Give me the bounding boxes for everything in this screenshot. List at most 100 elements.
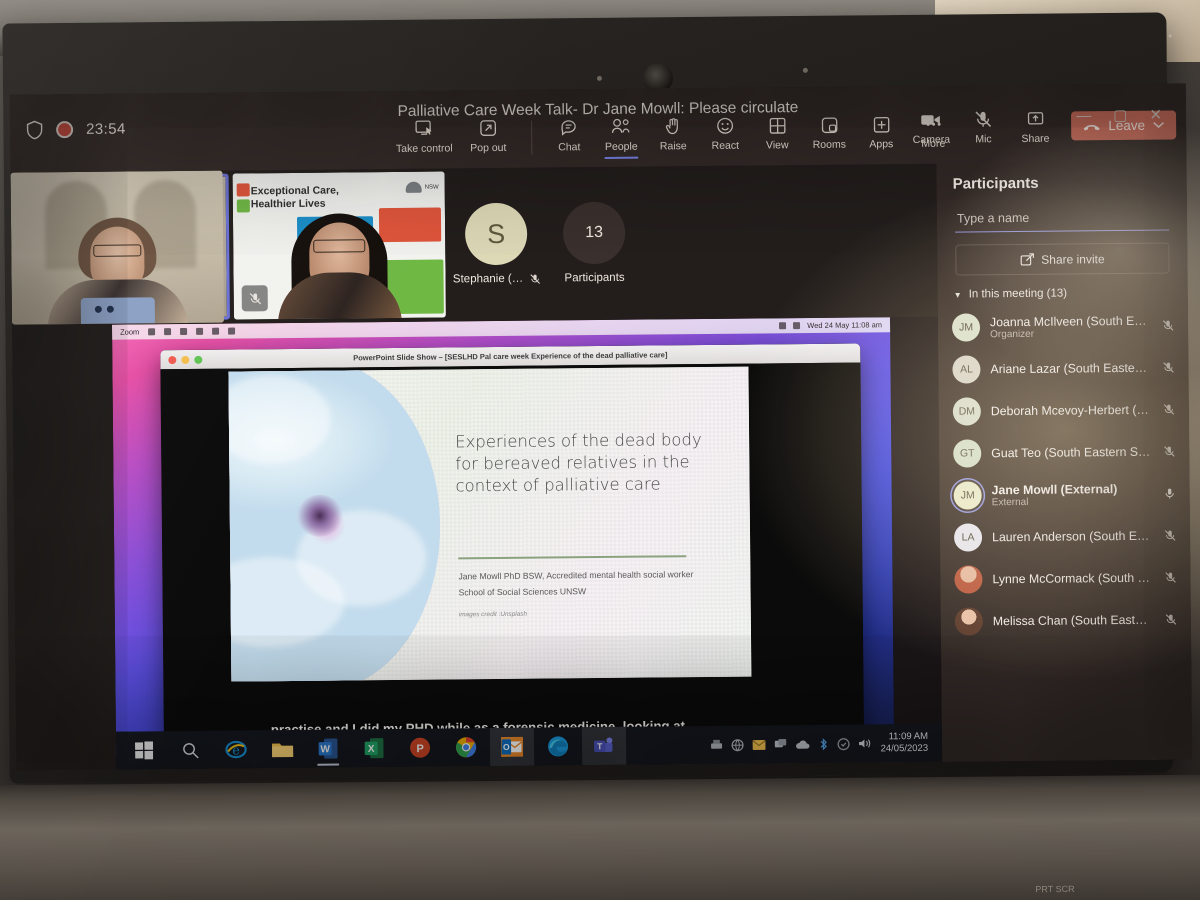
participants-panel: Participants Share invite ▼ In this meet… — [936, 161, 1193, 762]
participant-name: Guat Teo (South Eastern Sydney … — [991, 444, 1152, 461]
close-button[interactable]: ✕ — [1149, 107, 1162, 124]
tray-icon-globe[interactable] — [731, 738, 745, 751]
participant-row-lauren-anderson[interactable]: LA Lauren Anderson (South Eastern … — [940, 514, 1190, 558]
participant-row-deborah-mcevoy-herbert[interactable]: DM Deborah Mcevoy-Herbert (South… — [939, 388, 1189, 432]
keyboard-key: PRT SCR — [1035, 883, 1075, 895]
taskbar-clock[interactable]: 11:09 AM 24/05/2023 — [880, 731, 934, 755]
video-tile-nsw-health[interactable]: Exceptional Care, Healthier Lives NSW — [232, 171, 446, 320]
share-button[interactable]: Share — [1010, 109, 1060, 148]
in-this-meeting-label: In this meeting (13) — [968, 287, 1068, 301]
teams-button[interactable]: T — [581, 726, 627, 766]
avatar: JM — [951, 313, 981, 342]
powerpoint-window[interactable]: PowerPoint Slide Show – [SESLHD Pal care… — [160, 343, 864, 743]
participant-count: 13 — [562, 201, 626, 265]
file-explorer-button[interactable] — [260, 730, 304, 768]
chrome-button[interactable] — [444, 728, 488, 766]
tray-icon-onedrive[interactable] — [795, 739, 810, 750]
window-controls: — ▢ ✕ — [1076, 107, 1162, 125]
mic-muted-icon[interactable] — [1160, 319, 1176, 331]
word-button[interactable]: W — [306, 729, 350, 767]
mac-menu-tray: Wed 24 May 11:08 am — [779, 320, 882, 330]
search-button[interactable] — [168, 731, 212, 769]
tray-icon-mail[interactable] — [752, 739, 766, 750]
outlook-button[interactable]: O — [489, 727, 535, 767]
search-input[interactable] — [954, 204, 1170, 233]
camera-button[interactable]: Camera — [906, 110, 956, 149]
avatar: JM — [953, 481, 982, 510]
chat-label: Chat — [558, 141, 581, 154]
mic-muted-icon[interactable] — [1161, 445, 1177, 457]
maximize-button[interactable]: ▢ — [1113, 107, 1127, 124]
svg-text:P: P — [416, 743, 423, 755]
svg-text:e: e — [232, 743, 240, 758]
meeting-status-group: 23:54 — [26, 120, 126, 140]
participant-name: Joanna McIlveen (South Eastern … — [989, 313, 1151, 329]
slide-stage: Experiences of the dead body for bereave… — [160, 362, 864, 743]
mic-muted-icon[interactable] — [1160, 361, 1176, 373]
camera-label: Camera — [912, 133, 951, 146]
svg-text:O: O — [503, 742, 510, 752]
view-button[interactable]: View — [752, 115, 802, 154]
mic-muted-icon[interactable] — [1161, 403, 1177, 415]
tray-icon-windows-update[interactable] — [774, 738, 787, 750]
slide-image-credit: images credit :Unsplash — [458, 610, 528, 619]
avatar: S — [464, 202, 528, 266]
share-screen-icon — [1027, 109, 1044, 129]
toolbar-buttons: Take control Pop out Chat People Raise R… — [393, 114, 958, 158]
pop-out-button[interactable]: Pop out — [457, 118, 519, 158]
participant-name: Ariane Lazar (South Eastern Sydn… — [990, 360, 1150, 377]
meeting-toolbar: Palliative Care Week Talk- Dr Jane Mowll… — [9, 83, 1187, 173]
people-label: People — [604, 140, 638, 153]
share-invite-icon — [1020, 253, 1034, 266]
participant-name: Jane Mowll (External) — [991, 481, 1118, 497]
participants-overflow-tile[interactable]: 13 Participants — [547, 170, 642, 317]
raise-hand-label: Raise — [659, 140, 687, 153]
start-button[interactable] — [122, 731, 166, 769]
tray-icon-sound[interactable] — [858, 737, 872, 749]
flower-image — [228, 366, 442, 682]
powerpoint-button[interactable]: P — [398, 729, 442, 767]
tray-icon-printer[interactable] — [710, 738, 723, 751]
chat-button[interactable]: Chat — [544, 117, 594, 156]
video-tile-stephanie[interactable]: S Stephanie (… — [449, 171, 544, 318]
avatar: DM — [952, 397, 982, 426]
laptop-screen: Palliative Care Week Talk- Dr Jane Mowll… — [9, 83, 1193, 771]
excel-button[interactable]: X — [352, 729, 396, 767]
take-control-label: Take control — [395, 142, 453, 155]
participant-row-melissa-chan[interactable]: Melissa Chan (South Eastern Syd… — [941, 598, 1191, 642]
participant-row-lynne-mccormack[interactable]: Lynne McCormack (South Easter… — [940, 556, 1190, 600]
mic-muted-icon[interactable] — [1163, 613, 1179, 625]
tray-icon-bluetooth[interactable] — [818, 737, 829, 750]
mic-button[interactable]: Mic — [958, 109, 1008, 148]
panel-title: Participants — [952, 174, 1039, 193]
microsoft-teams-window: Palliative Care Week Talk- Dr Jane Mowll… — [9, 83, 1193, 771]
participant-row-ariane-lazar[interactable]: AL Ariane Lazar (South Eastern Sydn… — [938, 346, 1188, 390]
avatar: GT — [953, 439, 982, 468]
share-invite-button[interactable]: Share invite — [955, 242, 1170, 276]
take-control-button[interactable]: Take control — [393, 118, 455, 158]
tray-icon-security[interactable] — [837, 737, 851, 750]
raise-hand-button[interactable]: Raise — [648, 116, 698, 155]
minimize-button[interactable]: — — [1076, 107, 1091, 124]
internet-explorer-button[interactable]: e — [214, 730, 258, 768]
meeting-stage: Exceptional Care, Healthier Lives NSW S … — [10, 163, 943, 771]
apps-button[interactable]: Apps — [856, 114, 906, 153]
react-label: React — [711, 139, 740, 152]
mic-active-icon[interactable] — [1162, 487, 1178, 499]
shared-screen-content[interactable]: Zoom Wed 24 May 11:08 am PowerPoint Slid… — [111, 316, 943, 770]
in-this-meeting-section-header[interactable]: ▼ In this meeting (13) — [938, 273, 1188, 306]
mic-muted-icon[interactable] — [1162, 571, 1178, 583]
react-button[interactable]: React — [700, 116, 750, 155]
mic-muted-icon[interactable] — [1162, 529, 1178, 541]
react-smiley-icon — [716, 116, 734, 136]
participant-row-guat-teo[interactable]: GT Guat Teo (South Eastern Sydney … — [939, 430, 1189, 474]
svg-text:T: T — [597, 741, 603, 751]
avatar — [954, 565, 983, 594]
rooms-button[interactable]: Rooms — [804, 115, 854, 154]
video-tile-jane-mowll[interactable] — [10, 170, 224, 325]
people-button[interactable]: People — [596, 117, 646, 156]
edge-button[interactable] — [536, 727, 580, 765]
participant-row-jane-mowll[interactable]: JM Jane Mowll (External) External — [939, 472, 1189, 516]
nsw-health-tagline: Exceptional Care, Healthier Lives — [250, 184, 339, 211]
participant-row-joanna-mcilveen[interactable]: JM Joanna McIlveen (South Eastern … Orga… — [938, 304, 1188, 348]
